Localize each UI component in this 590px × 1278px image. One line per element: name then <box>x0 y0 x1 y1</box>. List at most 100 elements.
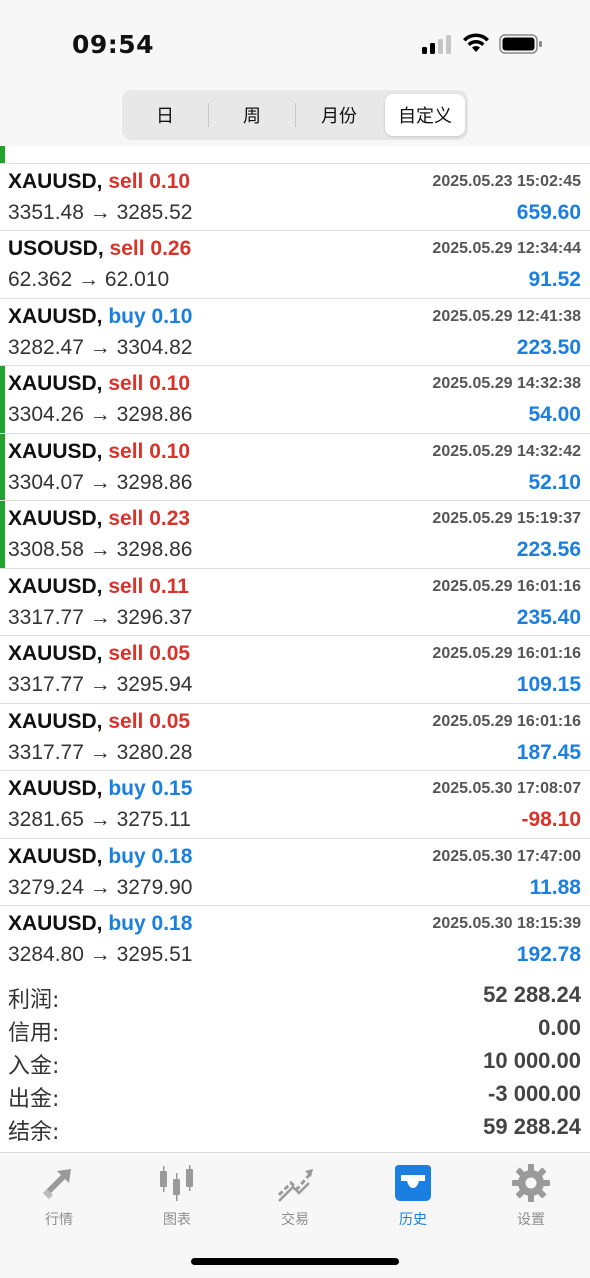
deposit-label: 入金: <box>8 1054 60 1079</box>
symbol-name: XAUUSD, <box>8 304 103 328</box>
symbol-name: XAUUSD, <box>8 777 103 800</box>
list-item[interactable]: USOUSD, sell 0.26 2025.05.29 12:34:44 62.3… <box>0 231 590 299</box>
list-item[interactable]: XAUUSD, buy 0.15 2025.05.30 17:08:07 3281.… <box>0 771 590 839</box>
trade-datetime: 2025.05.29 14:32:42 <box>432 442 581 460</box>
trade-symbol: XAUUSD, sell 0.10 <box>8 170 190 194</box>
list-item[interactable]: XAUUSD, sell 0.10 2025.05.23 15:02:45 3351… <box>0 164 590 231</box>
tab-charts[interactable]: 图表 <box>118 1153 236 1233</box>
symbol-name: XAUUSD, <box>8 169 103 193</box>
status-bar: 09:54 <box>0 0 590 88</box>
trade-symbol: XAUUSD, sell 0.05 <box>8 710 190 734</box>
trade-datetime: 2025.05.29 16:01:16 <box>432 712 581 730</box>
trade-side-lots: buy 0.15 <box>108 777 193 800</box>
list-item[interactable]: XAUUSD, sell 0.11 2025.05.29 16:01:16 3317… <box>0 569 590 636</box>
trade-side-lots: sell 0.10 <box>108 372 191 395</box>
list-item[interactable]: XAUUSD, buy 0.10 2025.05.29 12:41:38 3282.… <box>0 299 590 366</box>
trade-symbol: USOUSD, sell 0.26 <box>8 237 191 261</box>
home-indicator[interactable] <box>191 1258 399 1265</box>
withdraw-value: -3 000.00 <box>488 1081 581 1106</box>
summary-withdraw-row: 出金: -3 000.00 <box>0 1079 590 1112</box>
history-list[interactable]: XAUUSD, sell 0.10 2025.05.23 15:02:45 3351… <box>0 146 590 972</box>
list-item[interactable]: XAUUSD, sell 0.05 2025.05.29 16:01:16 3317… <box>0 704 590 771</box>
trade-side-lots: sell 0.05 <box>108 642 191 665</box>
tab-trade[interactable]: 交易 <box>236 1153 354 1233</box>
trade-profit: 54.00 <box>528 403 581 426</box>
tab-history-label: 历史 <box>399 1212 427 1228</box>
period-custom-tab[interactable]: 自定义 <box>385 94 465 136</box>
symbol-name: XAUUSD, <box>8 709 103 733</box>
trade-profit: -98.10 <box>521 808 581 831</box>
history-inbox-icon <box>395 1165 431 1201</box>
list-item[interactable]: XAUUSD, sell 0.23 2025.05.29 15:19:37 3308… <box>0 501 590 569</box>
trade-prices: 3317.77 → 3280.28 <box>8 740 193 764</box>
position-marker <box>0 146 5 163</box>
trade-prices: 3304.26 → 3298.86 <box>8 403 193 426</box>
symbol-name: XAUUSD, <box>8 844 103 868</box>
symbol-name: XAUUSD, <box>8 507 103 530</box>
trade-datetime: 2025.05.30 18:15:39 <box>432 915 581 932</box>
tab-history[interactable]: 历史 <box>354 1153 472 1233</box>
trade-symbol: XAUUSD, buy 0.10 <box>8 305 192 329</box>
trade-profit: 109.15 <box>516 673 581 696</box>
trade-symbol: XAUUSD, sell 0.10 <box>8 440 190 464</box>
period-month-tab[interactable]: 月份 <box>296 90 382 140</box>
candlestick-chart-icon <box>160 1165 193 1201</box>
summary-balance-row: 结余: 59 288.24 <box>0 1112 590 1145</box>
trade-side-lots: sell 0.23 <box>108 507 191 530</box>
gear-icon <box>512 1164 550 1202</box>
trade-profit: 223.50 <box>516 335 581 359</box>
trade-datetime: 2025.05.29 12:34:44 <box>432 240 581 257</box>
trade-profit: 52.10 <box>528 470 581 494</box>
list-item[interactable]: XAUUSD, buy 0.18 2025.05.30 17:47:00 3279.… <box>0 839 590 906</box>
trade-profit: 235.40 <box>516 605 581 629</box>
trade-side-lots: sell 0.10 <box>108 439 191 463</box>
period-segmented-control: 日 周 月份 自定义 <box>122 90 468 140</box>
trade-symbol: XAUUSD, sell 0.10 <box>8 372 190 396</box>
position-marker <box>0 433 5 500</box>
period-day-tab[interactable]: 日 <box>122 90 208 140</box>
tab-settings[interactable]: 设置 <box>472 1153 590 1233</box>
trade-symbol: XAUUSD, sell 0.05 <box>8 642 190 666</box>
trade-datetime: 2025.05.30 17:08:07 <box>432 780 581 797</box>
list-item[interactable]: XAUUSD, buy 0.18 2025.05.30 18:15:39 3284.… <box>0 906 590 972</box>
trade-side-lots: sell 0.05 <box>108 709 191 733</box>
symbol-name: XAUUSD, <box>8 912 103 935</box>
profit-label: 利润: <box>8 988 60 1013</box>
cellular-signal-icon <box>422 34 454 54</box>
tab-trade-label: 交易 <box>281 1212 309 1228</box>
profit-value: 52 288.24 <box>483 982 581 1007</box>
trade-prices: 3317.77 → 3296.37 <box>8 605 193 629</box>
summary-panel: 利润: 52 288.24 信用: 0.00 入金: 10 000.00 出金:… <box>0 980 590 1145</box>
symbol-name: XAUUSD, <box>8 372 103 395</box>
deposit-value: 10 000.00 <box>483 1048 581 1073</box>
tab-quotes-label: 行情 <box>45 1212 73 1228</box>
trade-profit: 192.78 <box>516 943 581 966</box>
tab-quotes[interactable]: 行情 <box>0 1153 118 1233</box>
trade-datetime: 2025.05.29 16:01:16 <box>432 577 581 595</box>
list-item[interactable]: XAUUSD, sell 0.05 2025.05.29 16:01:16 3317… <box>0 636 590 704</box>
trade-prices: 3308.58 → 3298.86 <box>8 538 193 561</box>
trade-datetime: 2025.05.23 15:02:45 <box>432 172 581 190</box>
credit-label: 信用: <box>8 1021 60 1046</box>
trade-prices: 62.362 → 62.010 <box>8 268 170 291</box>
position-marker <box>0 366 5 433</box>
summary-credit-row: 信用: 0.00 <box>0 1013 590 1046</box>
trade-side-lots: buy 0.18 <box>108 912 193 935</box>
trade-profit: 223.56 <box>516 538 581 561</box>
symbol-name: USOUSD, <box>8 237 104 260</box>
position-marker <box>0 501 5 568</box>
trade-prices: 3284.80 → 3295.51 <box>8 943 193 966</box>
summary-profit-row: 利润: 52 288.24 <box>0 980 590 1013</box>
balance-label: 结余: <box>8 1120 60 1145</box>
period-week-tab[interactable]: 周 <box>209 90 295 140</box>
trade-symbol: XAUUSD, buy 0.15 <box>8 777 192 801</box>
trade-datetime: 2025.05.29 14:32:38 <box>432 375 581 392</box>
list-item-partial[interactable] <box>0 146 590 164</box>
trade-symbol: XAUUSD, sell 0.23 <box>8 507 190 531</box>
balance-value: 59 288.24 <box>483 1114 581 1139</box>
list-item[interactable]: XAUUSD, sell 0.10 2025.05.29 14:32:42 3304… <box>0 433 590 501</box>
symbol-name: XAUUSD, <box>8 642 103 665</box>
list-item[interactable]: XAUUSD, sell 0.10 2025.05.29 14:32:38 3304… <box>0 366 590 434</box>
trade-datetime: 2025.05.30 17:47:00 <box>432 847 581 865</box>
trade-profit: 659.60 <box>516 200 581 224</box>
